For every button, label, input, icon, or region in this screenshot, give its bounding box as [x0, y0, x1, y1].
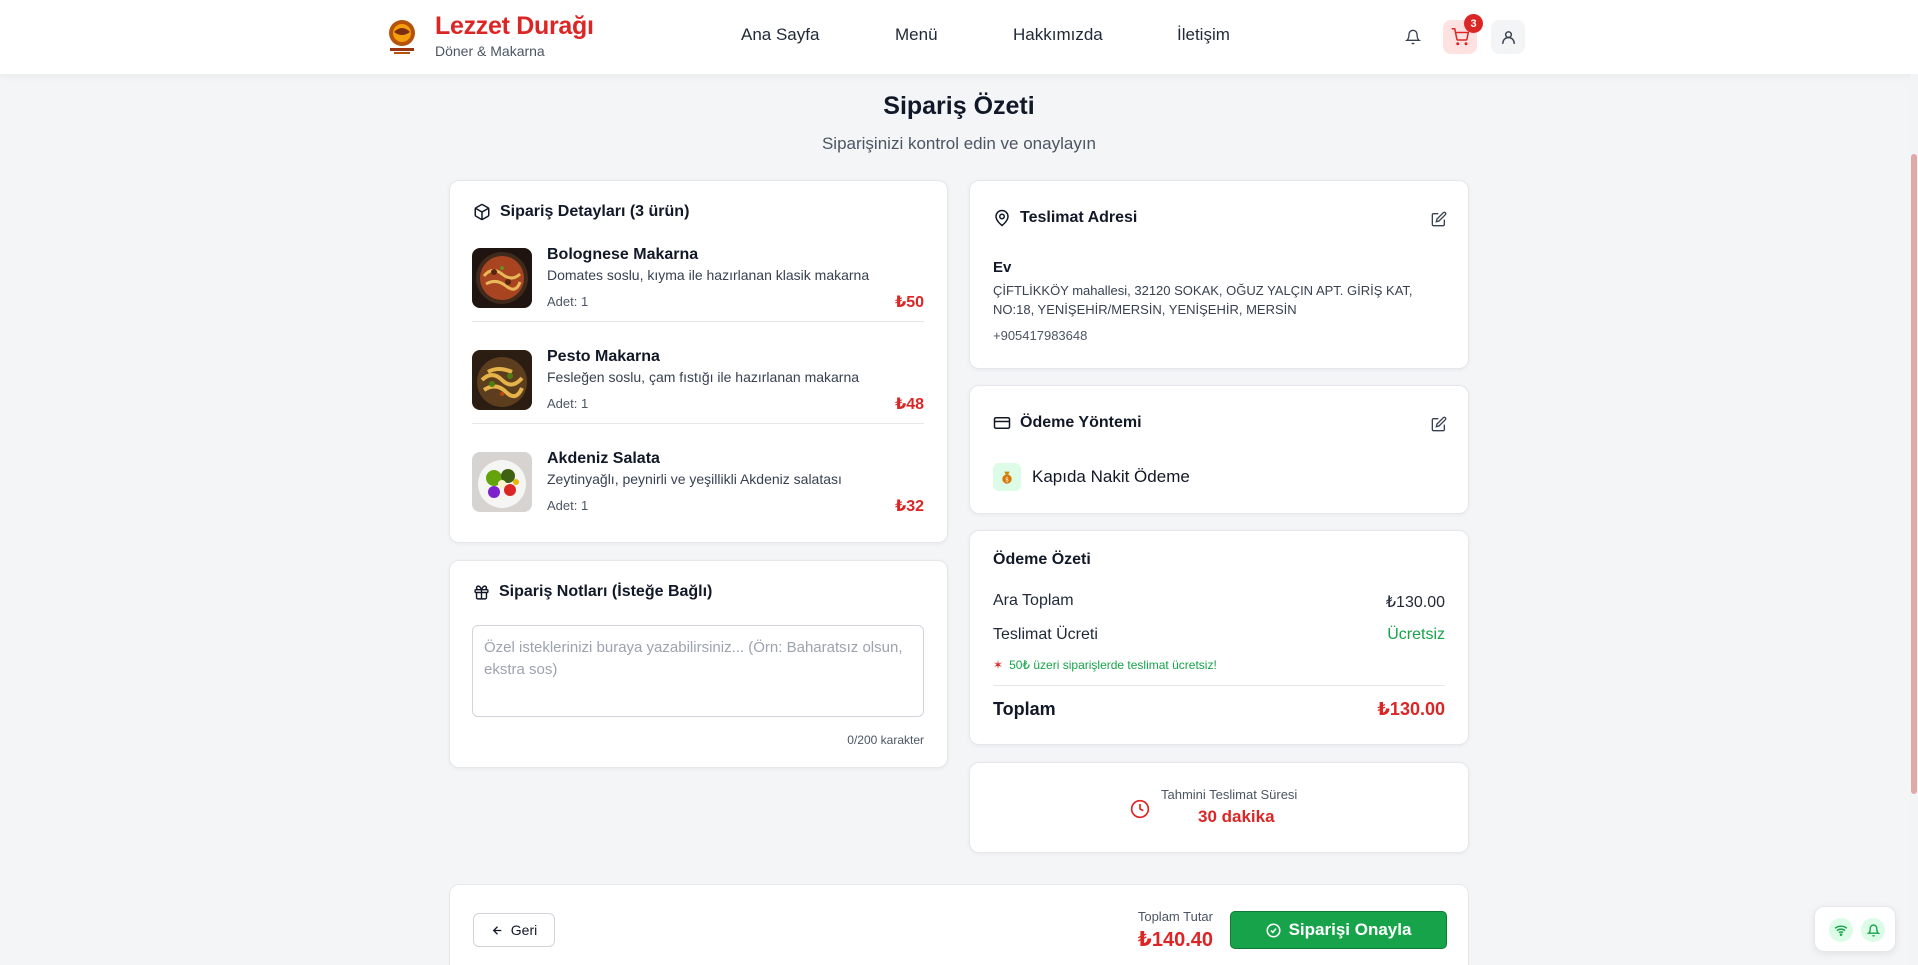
- clock-icon: [1130, 799, 1150, 824]
- order-notes-title: Sipariş Notları (İsteğe Bağlı): [499, 583, 713, 600]
- summary-divider: [993, 685, 1445, 686]
- package-icon: [474, 203, 490, 221]
- arrow-left-icon: [492, 925, 502, 935]
- gift-icon: [474, 584, 489, 600]
- order-item: Bolognese Makarna Domates soslu, kıyma i…: [472, 238, 924, 322]
- order-details-title: Sipariş Detayları (3 ürün): [500, 203, 690, 220]
- credit-card-icon: [993, 417, 1011, 429]
- confirm-order-button[interactable]: Siparişi Onayla: [1230, 911, 1447, 949]
- payment-summary-card: Ödeme Özeti Ara Toplam ₺130.00 Teslimat …: [969, 530, 1469, 745]
- back-button[interactable]: Geri: [473, 913, 555, 947]
- svg-text:$: $: [1005, 477, 1009, 484]
- footer-total-value: ₺140.40: [1137, 929, 1213, 951]
- nav-contact[interactable]: İletişim: [1177, 25, 1230, 45]
- item-description: Domates soslu, kıyma ile hazırlanan klas…: [547, 267, 870, 283]
- map-pin-icon: [995, 209, 1009, 227]
- total-label: Toplam: [993, 699, 1056, 719]
- delivery-fee-value: Ücretsiz: [1387, 626, 1445, 643]
- scrollbar-thumb[interactable]: [1911, 154, 1917, 794]
- edit-payment-button[interactable]: [1427, 412, 1451, 436]
- address-label: Ev: [993, 259, 1012, 276]
- item-divider: [472, 423, 924, 424]
- order-notes-input[interactable]: [472, 625, 924, 717]
- bottom-action-bar: Geri Toplam Tutar ₺140.40 Siparişi Onayl…: [449, 884, 1469, 965]
- edit-icon: [1431, 211, 1447, 227]
- payment-method-header: Ödeme Yöntemi: [993, 414, 1142, 432]
- edit-address-button[interactable]: [1427, 207, 1451, 231]
- address-line-2: NO:18, YENİŞEHİR/MERSİN, YENİŞEHİR, MERS…: [993, 302, 1297, 317]
- item-price: ₺50: [895, 294, 924, 311]
- page-scrollbar[interactable]: [1910, 74, 1918, 965]
- item-price: ₺32: [895, 498, 924, 515]
- item-price: ₺48: [895, 396, 924, 413]
- item-divider: [472, 321, 924, 322]
- free-delivery-text: 50₺ üzeri siparişlerde teslimat ücretsiz…: [1009, 658, 1217, 672]
- top-header: Lezzet Durağı Döner & Makarna Ana Sayfa …: [0, 0, 1918, 74]
- cart-count-badge: 3: [1464, 14, 1483, 33]
- salad-image: [472, 452, 532, 512]
- item-quantity: Adet: 1: [547, 294, 589, 309]
- confirm-order-label: Siparişi Onayla: [1288, 920, 1412, 939]
- delivery-fee-label: Teslimat Ücreti: [993, 626, 1098, 643]
- bell-icon: [1866, 923, 1880, 937]
- nav-menu[interactable]: Menü: [895, 25, 938, 45]
- delivery-address-header: Teslimat Adresi: [993, 209, 1137, 227]
- delivery-time-value: 30 dakika: [1198, 807, 1275, 826]
- user-button[interactable]: [1491, 20, 1525, 54]
- address-line-1: ÇİFTLİKKÖY mahallesi, 32120 SOKAK, OĞUZ …: [993, 283, 1413, 298]
- payment-summary-title: Ödeme Özeti: [993, 551, 1091, 568]
- notifications-button[interactable]: [1396, 20, 1430, 54]
- item-name: Akdeniz Salata: [547, 450, 660, 467]
- nav-home[interactable]: Ana Sayfa: [741, 25, 819, 45]
- char-counter: 0/200 karakter: [847, 733, 924, 747]
- payment-method-title: Ödeme Yöntemi: [1020, 414, 1142, 431]
- delivery-time-card: Tahmini Teslimat Süresi 30 dakika: [969, 762, 1469, 853]
- check-circle-icon: [1266, 922, 1281, 938]
- order-notes-header: Sipariş Notları (İsteğe Bağlı): [473, 583, 712, 601]
- page-subtitle: Siparişinizi kontrol edin ve onaylayın: [821, 134, 1097, 153]
- page-title: Sipariş Özeti: [883, 92, 1035, 120]
- back-button-label: Geri: [510, 922, 538, 938]
- delivery-address-card: Teslimat Adresi Ev ÇİFTLİKKÖY mahallesi,…: [969, 180, 1469, 369]
- notification-status-button[interactable]: [1861, 918, 1885, 942]
- delivery-address-title: Teslimat Adresi: [1020, 209, 1138, 226]
- party-icon: ✶: [993, 658, 1004, 672]
- bolognese-image: [472, 248, 532, 308]
- order-item: Akdeniz Salata Zeytinyağlı, peynirli ve …: [472, 442, 924, 526]
- item-name: Bolognese Makarna: [547, 246, 699, 263]
- address-phone: +905417983648: [993, 328, 1088, 343]
- subtotal-value: ₺130.00: [1385, 594, 1445, 611]
- payment-method-card: Ödeme Yöntemi $ Kapıda Nakit Ödeme: [969, 385, 1469, 514]
- order-details-card: Sipariş Detayları (3 ürün) Bolognese Mak…: [449, 180, 948, 543]
- cash-icon: $: [993, 463, 1021, 491]
- item-name: Pesto Makarna: [547, 348, 660, 365]
- order-notes-card: Sipariş Notları (İsteğe Bağlı) 0/200 kar…: [449, 560, 948, 768]
- floating-status-widget: [1814, 906, 1896, 952]
- item-quantity: Adet: 1: [547, 498, 589, 513]
- free-delivery-note: ✶ 50₺ üzeri siparişlerde teslimat ücrets…: [993, 658, 1217, 672]
- cart-button[interactable]: 3: [1443, 14, 1483, 54]
- wifi-icon: [1834, 925, 1848, 936]
- connection-status-button[interactable]: [1829, 918, 1853, 942]
- brand-name[interactable]: Lezzet Durağı: [435, 12, 594, 41]
- brand-tagline: Döner & Makarna: [435, 43, 545, 59]
- user-icon: [1501, 30, 1515, 44]
- bell-icon: [1405, 29, 1421, 45]
- item-description: Zeytinyağlı, peynirli ve yeşillikli Akde…: [547, 471, 842, 487]
- nav-about[interactable]: Hakkımızda: [1013, 25, 1103, 45]
- subtotal-label: Ara Toplam: [993, 592, 1074, 609]
- order-item: Pesto Makarna Fesleğen soslu, çam fıstığ…: [472, 340, 924, 424]
- edit-icon: [1431, 416, 1447, 432]
- total-value: ₺130.00: [1377, 699, 1445, 719]
- delivery-time-label: Tahmini Teslimat Süresi: [1161, 787, 1298, 802]
- brand-logo[interactable]: [386, 18, 418, 56]
- footer-total-label: Toplam Tutar: [1137, 909, 1213, 924]
- item-description: Fesleğen soslu, çam fıstığı ile hazırlan…: [547, 369, 860, 385]
- pesto-image: [472, 350, 532, 410]
- item-quantity: Adet: 1: [547, 396, 589, 411]
- payment-method-value: Kapıda Nakit Ödeme: [1032, 467, 1190, 486]
- order-details-header: Sipariş Detayları (3 ürün): [473, 203, 689, 221]
